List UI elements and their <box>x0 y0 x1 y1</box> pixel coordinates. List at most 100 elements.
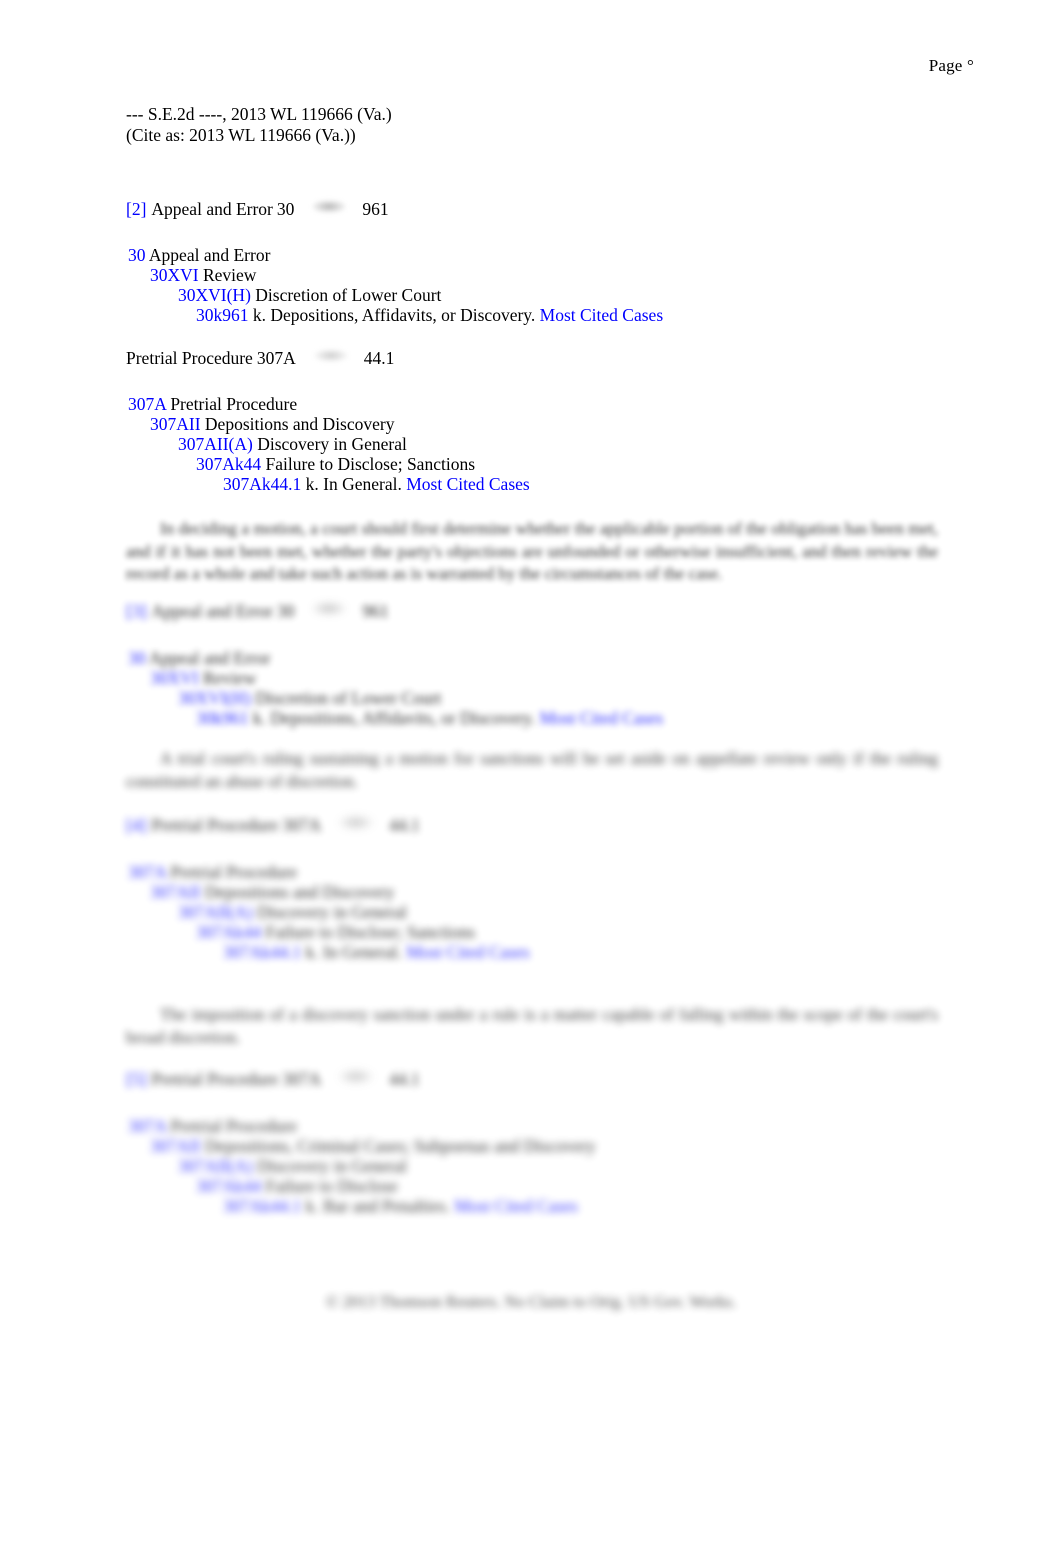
outline-label: Review <box>202 265 257 285</box>
outline-code[interactable]: 30XVI(H) <box>178 688 255 708</box>
outline-label: Discretion of Lower Court <box>255 688 442 708</box>
most-cited-cases-link[interactable]: Most Cited Cases <box>406 942 529 962</box>
outline-code[interactable]: 307AII <box>150 1136 205 1156</box>
outline-code[interactable]: 307Ak44.1 <box>223 1196 306 1216</box>
headnote-caption-5: [5] Pretrial Procedure 307A 44.1 <box>126 1068 420 1090</box>
outline-label: Discretion of Lower Court <box>255 285 442 305</box>
west-key-icon <box>313 349 348 362</box>
headnote-paragraph-1: In deciding a motion, a court should fir… <box>126 519 938 583</box>
outline-label: Appeal and Error <box>148 245 271 265</box>
headnote-key-number-2: 961 <box>362 199 389 219</box>
headnote-marker-5[interactable]: [5] <box>126 1068 146 1090</box>
outline-code[interactable]: 307Ak44 <box>196 454 266 474</box>
outline-label: Depositions, Criminal Cases; Subpoenas a… <box>204 1136 596 1156</box>
outline-row: 307AII Depositions and Discovery <box>128 414 530 434</box>
outline-row: 307AII(A) Discovery in General <box>128 434 530 454</box>
outline-label: k. In General. <box>305 474 407 494</box>
most-cited-cases-link[interactable]: Most Cited Cases <box>540 305 663 325</box>
headnote-key-number-5: 44.1 <box>389 1069 420 1089</box>
most-cited-cases-link[interactable]: Most Cited Cases <box>406 474 529 494</box>
outline-code[interactable]: 307Ak44 <box>196 922 266 942</box>
outline-row: 307AII(A) Discovery in General <box>128 902 530 922</box>
headnote-topic-number-4: 307A <box>282 815 322 835</box>
west-key-icon <box>339 816 374 829</box>
headnote-marker-4[interactable]: [4] <box>126 814 146 836</box>
headnote-topic-pretrial: Pretrial Procedure <box>126 348 253 368</box>
page-number-header: Page ° <box>928 56 974 75</box>
outline-label: Discovery in General <box>257 902 407 922</box>
outline-label: k. Bar and Penalties. <box>305 1196 455 1216</box>
outline-code[interactable]: 307AII(A) <box>178 1156 257 1176</box>
headnote-caption-2: [2] Appeal and Error 30 961 <box>126 198 389 220</box>
outline-code[interactable]: 30XVI(H) <box>178 285 255 305</box>
outline-code[interactable]: 307Ak44 <box>196 1176 266 1196</box>
headnote-topic-number-pretrial: 307A <box>256 348 296 368</box>
citation-line-1: --- S.E.2d ----, 2013 WL 119666 (Va.) <box>126 104 392 124</box>
outline-label: k. Depositions, Affidavits, or Discovery… <box>252 305 540 325</box>
headnote-marker-3[interactable]: [3] <box>126 600 146 622</box>
outline-code[interactable]: 307A <box>128 394 170 414</box>
headnote-topic-4: Pretrial Procedure <box>151 815 279 835</box>
west-key-icon <box>339 1070 374 1083</box>
outline-code[interactable]: 30 <box>128 245 149 265</box>
outline-label: Depositions and Discovery <box>204 414 395 434</box>
headnote-paragraph-2: A trial court's ruling sustaining a moti… <box>126 749 938 791</box>
outline-label: Failure to Disclose; Sanctions <box>265 922 476 942</box>
outline-row: 307Ak44 Failure to Disclose; Sanctions <box>128 454 530 474</box>
key-number-outline-2: 30 Appeal and Error 30XVI Review 30XVI(H… <box>128 245 663 325</box>
outline-row: 307Ak44.1 k. In General. Most Cited Case… <box>128 942 530 962</box>
headnote-key-number-pretrial: 44.1 <box>363 348 395 368</box>
outline-row: 30 Appeal and Error <box>128 245 663 265</box>
outline-label: k. In General. <box>305 942 407 962</box>
citation-block: --- S.E.2d ----, 2013 WL 119666 (Va.) (C… <box>126 104 392 146</box>
west-key-icon <box>312 200 347 213</box>
outline-label: Appeal and Error <box>148 648 271 668</box>
outline-code[interactable]: 30k961 <box>196 708 253 728</box>
outline-code[interactable]: 307AII(A) <box>178 434 257 454</box>
outline-row: 307Ak44.1 k. In General. Most Cited Case… <box>128 474 530 494</box>
outline-code[interactable]: 307A <box>128 862 170 882</box>
outline-code[interactable]: 307Ak44.1 <box>223 474 306 494</box>
most-cited-cases-link[interactable]: Most Cited Cases <box>454 1196 577 1216</box>
outline-row: 30XVI Review <box>128 668 663 688</box>
document-page: Page ° --- S.E.2d ----, 2013 WL 119666 (… <box>0 0 1062 1561</box>
outline-row: 307Ak44.1 k. Bar and Penalties. Most Cit… <box>128 1196 596 1216</box>
headnote-topic-number-2: 30 <box>276 199 295 219</box>
key-number-outline-pretrial: 307A Pretrial Procedure 307AII Depositio… <box>128 394 530 494</box>
outline-label: Pretrial Procedure <box>170 862 298 882</box>
outline-label: Depositions and Discovery <box>204 882 395 902</box>
outline-label: Failure to Disclose; Sanctions <box>265 454 476 474</box>
outline-code[interactable]: 307Ak44.1 <box>223 942 306 962</box>
outline-code[interactable]: 30XVI <box>150 265 203 285</box>
west-key-icon <box>312 602 347 615</box>
headnote-topic-number-3: 30 <box>276 601 295 621</box>
headnote-marker-2[interactable]: [2] <box>126 198 146 220</box>
outline-row: 307AII Depositions and Discovery <box>128 882 530 902</box>
outline-label: Discovery in General <box>257 434 407 454</box>
outline-row: 307A Pretrial Procedure <box>128 862 530 882</box>
most-cited-cases-link[interactable]: Most Cited Cases <box>540 708 663 728</box>
key-number-outline-3: 30 Appeal and Error 30XVI Review 30XVI(H… <box>128 648 663 728</box>
outline-row: 307AII Depositions, Criminal Cases; Subp… <box>128 1136 596 1156</box>
outline-label: Discovery in General <box>257 1156 407 1176</box>
outline-label: Pretrial Procedure <box>170 1116 298 1136</box>
headnote-key-number-4: 44.1 <box>389 815 420 835</box>
outline-row: 307AII(A) Discovery in General <box>128 1156 596 1176</box>
outline-code[interactable]: 30XVI <box>150 668 203 688</box>
outline-row: 307A Pretrial Procedure <box>128 1116 596 1136</box>
outline-row: 307A Pretrial Procedure <box>128 394 530 414</box>
headnote-topic-3: Appeal and Error <box>151 601 273 621</box>
headnote-topic-2: Appeal and Error <box>151 199 273 219</box>
outline-code[interactable]: 307AII(A) <box>178 902 257 922</box>
outline-code[interactable]: 30 <box>128 648 149 668</box>
headnote-caption-4: [4] Pretrial Procedure 307A 44.1 <box>126 814 420 836</box>
headnote-topic-number-5: 307A <box>282 1069 322 1089</box>
outline-code[interactable]: 30k961 <box>196 305 253 325</box>
outline-label: k. Depositions, Affidavits, or Discovery… <box>252 708 540 728</box>
outline-row: 307Ak44 Failure to Disclose; Sanctions <box>128 922 530 942</box>
outline-code[interactable]: 307A <box>128 1116 170 1136</box>
outline-row: 307Ak44 Failure to Disclose <box>128 1176 596 1196</box>
outline-code[interactable]: 307AII <box>150 882 205 902</box>
outline-code[interactable]: 307AII <box>150 414 205 434</box>
outline-label: Review <box>202 668 257 688</box>
